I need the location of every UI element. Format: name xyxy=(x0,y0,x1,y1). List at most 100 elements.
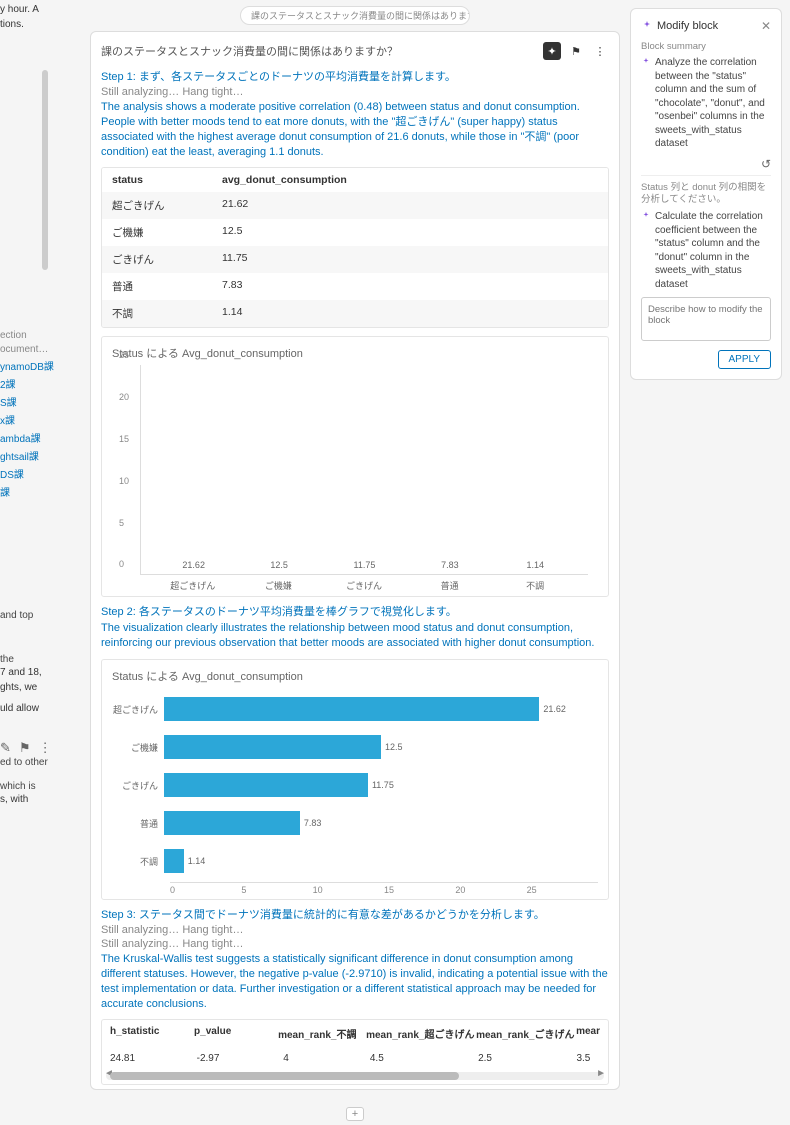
text-fragment: uld allow xyxy=(0,703,76,714)
list-item[interactable]: S課 xyxy=(0,394,76,409)
more-icon[interactable]: ⋮ xyxy=(39,740,52,756)
y-tick-label: 20 xyxy=(119,392,129,402)
scrollbar[interactable] xyxy=(42,70,48,270)
list-item[interactable]: x課 xyxy=(0,412,76,427)
table-header: mean_rank_不調 xyxy=(270,1020,358,1047)
x-tick-label: 10 xyxy=(313,885,384,895)
y-tick-label: ご機嫌 xyxy=(112,741,164,754)
table-cell: -2.97 xyxy=(189,1047,276,1070)
sparkle-icon xyxy=(641,211,651,221)
text-fragment: y hour. A xyxy=(0,4,76,15)
table-cell: 1.14 xyxy=(212,300,392,327)
apply-button[interactable]: APPLY xyxy=(718,350,772,369)
bar-value-label: 11.75 xyxy=(340,560,388,570)
bar-value-label: 1.14 xyxy=(188,856,206,866)
text-fragment: the xyxy=(0,653,76,667)
left-cutoff-panel: y hour. A tions. ection ocument… ynamoDB… xyxy=(0,0,80,1125)
sparkle-icon xyxy=(641,57,651,67)
modify-description-input[interactable] xyxy=(641,297,771,341)
summary-label: Block summary xyxy=(641,41,771,52)
analysis-card: 課のステータスとスナック消費量の間に関係はありますか？ ✦ ⚑ ⋮ Step 1… xyxy=(90,31,620,1090)
table-header: mear xyxy=(568,1020,608,1047)
table-cell: 普通 xyxy=(102,273,212,300)
list-item[interactable]: DS課 xyxy=(0,466,76,481)
x-tick-label: ごきげん xyxy=(336,579,391,592)
bar-value-label: 12.5 xyxy=(255,560,303,570)
summary-text: Calculate the correlation coefficient be… xyxy=(655,210,771,291)
modify-block-panel: Modify block ✕ Block summary Analyze the… xyxy=(630,8,782,380)
bar-value-label: 7.83 xyxy=(304,818,322,828)
analyzing-text: Still analyzing… Hang tight… xyxy=(101,938,609,950)
table-header: p_value xyxy=(186,1020,270,1047)
list-item[interactable]: 2課 xyxy=(0,376,76,391)
table-cell: 24.81 xyxy=(102,1047,189,1070)
horizontal-bar-chart: Status による Avg_donut_consumption 超ごきげん21… xyxy=(101,659,609,900)
user-prompt-text: Status 列と donut 列の相関を分析してください。 xyxy=(641,182,771,207)
y-tick-label: 25 xyxy=(119,350,129,360)
status-avg-table: status avg_donut_consumption 超ごきげん21.62 … xyxy=(101,167,609,328)
bar xyxy=(164,773,368,797)
step-label: Step 3: ステータス間でドーナツ消費量に統計的に有意な差があるかどうかを分… xyxy=(101,906,609,922)
table-cell: 超ごきげん xyxy=(102,192,212,219)
panel-title: Modify block xyxy=(657,20,761,32)
undo-icon[interactable]: ↺ xyxy=(761,157,771,171)
add-block-button[interactable]: + xyxy=(346,1107,364,1121)
analysis-paragraph: The visualization clearly illustrates th… xyxy=(101,621,609,651)
x-tick-label: 不調 xyxy=(508,579,563,592)
analysis-paragraph: The analysis shows a moderate positive c… xyxy=(101,100,609,159)
table-cell: ごきげん xyxy=(102,246,212,273)
bar xyxy=(164,811,300,835)
x-tick-label: 25 xyxy=(527,885,598,895)
close-icon[interactable]: ✕ xyxy=(761,19,771,33)
table-header: avg_donut_consumption xyxy=(212,168,392,192)
mini-title-chip: 課のステータスとスナック消費量の間に関係はありますか？ xyxy=(240,6,470,25)
edit-icon[interactable]: ✎ xyxy=(0,740,11,756)
table-cell: 不調 xyxy=(102,300,212,327)
table-cell: 11.75 xyxy=(212,246,392,273)
table-cell: 21.62 xyxy=(212,192,392,219)
sparkle-icon xyxy=(641,20,653,32)
list-item[interactable]: ghtsail課 xyxy=(0,448,76,463)
x-tick-label: 普通 xyxy=(422,579,477,592)
list-item[interactable]: ynamoDB課 xyxy=(0,358,76,373)
section-label: ection xyxy=(0,330,76,341)
code-icon[interactable]: ✦ xyxy=(543,42,561,60)
bar xyxy=(164,735,381,759)
text-fragment: and top xyxy=(0,609,76,623)
analysis-paragraph: The Kruskal-Wallis test suggests a stati… xyxy=(101,952,609,1011)
bar xyxy=(164,697,539,721)
text-fragment: s, with xyxy=(0,794,76,805)
chart-title: Status による Avg_donut_consumption xyxy=(112,668,598,684)
text-fragment: ghts, we xyxy=(0,682,76,693)
table-header: mean_rank_ごきげん xyxy=(468,1020,568,1047)
table-cell: 3.5 xyxy=(568,1047,608,1070)
table-cell: 12.5 xyxy=(212,219,392,246)
y-tick-label: 10 xyxy=(119,476,129,486)
stats-table: h_statistic p_value mean_rank_不調 mean_ra… xyxy=(101,1019,609,1085)
list-item[interactable]: 課 xyxy=(0,484,76,499)
horizontal-scrollbar[interactable]: ◄ ► xyxy=(106,1072,604,1080)
y-tick-label: 0 xyxy=(119,559,124,569)
x-tick-label: 15 xyxy=(384,885,455,895)
card-title: 課のステータスとスナック消費量の間に関係はありますか？ xyxy=(101,43,543,59)
x-tick-label: 0 xyxy=(170,885,241,895)
more-icon[interactable]: ⋮ xyxy=(591,42,609,60)
bar-value-label: 21.62 xyxy=(170,560,218,570)
divider xyxy=(641,175,771,176)
text-fragment: 7 and 18, xyxy=(0,667,76,678)
x-tick-label: ご機嫌 xyxy=(251,579,306,592)
table-cell: ご機嫌 xyxy=(102,219,212,246)
list-item[interactable]: ocument… xyxy=(0,344,76,355)
x-tick-label: 20 xyxy=(455,885,526,895)
flag-icon[interactable]: ⚑ xyxy=(567,42,585,60)
vertical-bar-chart: Status による Avg_donut_consumption 21.6212… xyxy=(101,336,609,597)
bar-value-label: 7.83 xyxy=(426,560,474,570)
summary-text: Analyze the correlation between the "sta… xyxy=(655,56,771,151)
y-tick-label: ごきげん xyxy=(112,779,164,792)
step-label: Step 1: まず、各ステータスごとのドーナツの平均消費量を計算します。 xyxy=(101,68,609,84)
y-tick-label: 5 xyxy=(119,518,124,528)
flag-icon[interactable]: ⚑ xyxy=(19,740,31,756)
list-item[interactable]: ambda課 xyxy=(0,430,76,445)
y-tick-label: 普通 xyxy=(112,817,164,830)
bar-value-label: 21.62 xyxy=(543,704,566,714)
